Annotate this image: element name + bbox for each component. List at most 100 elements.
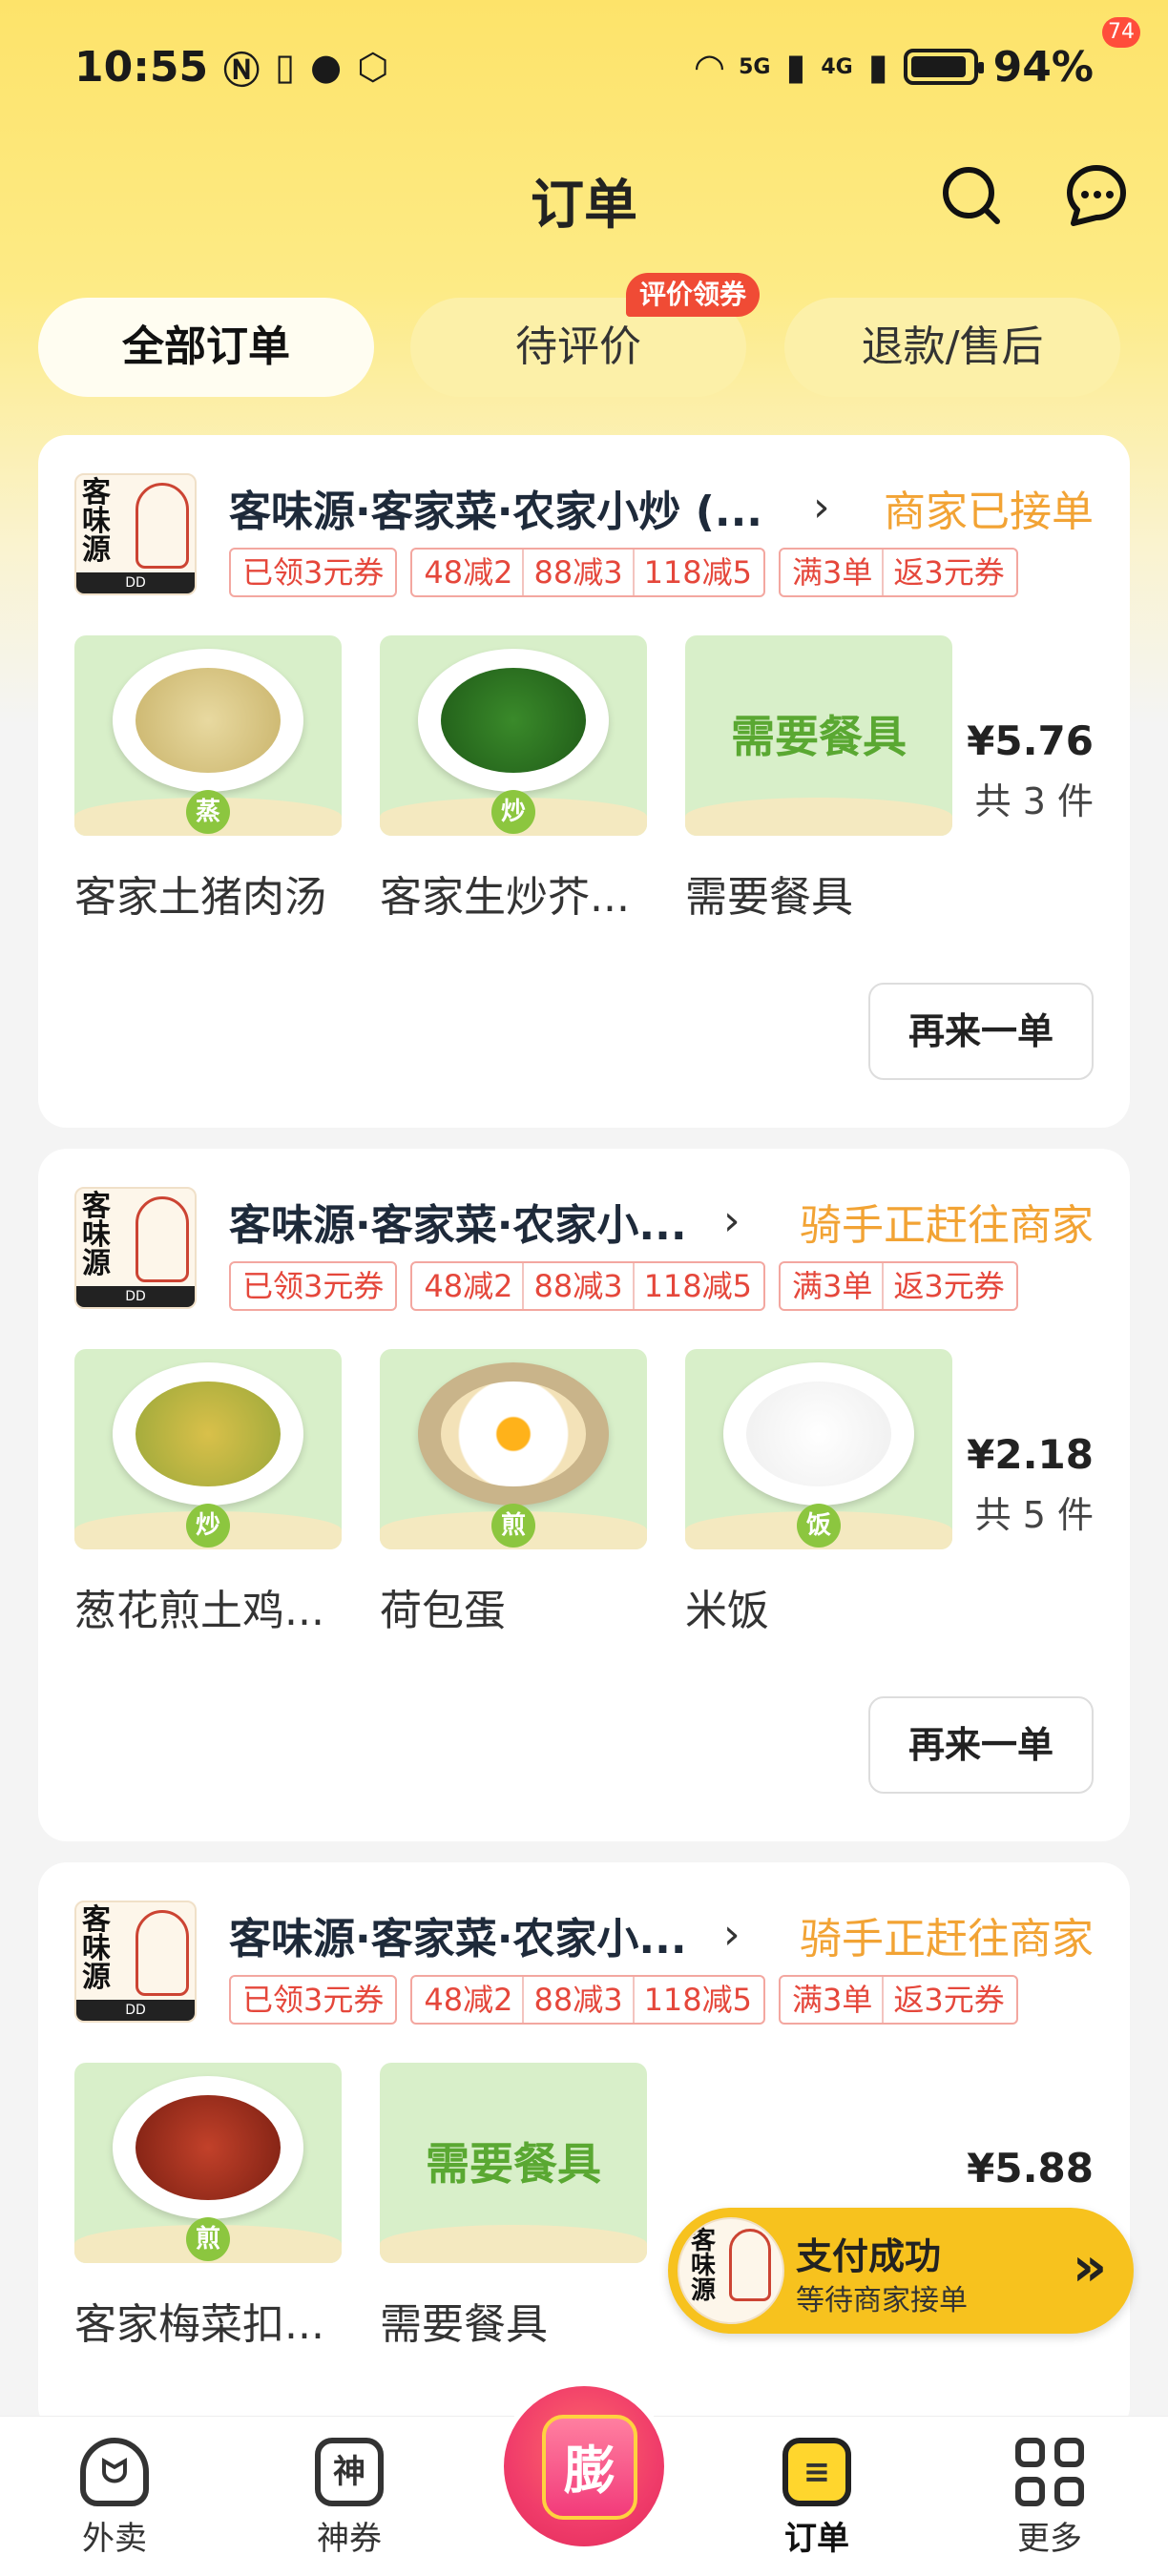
cook-tag: 炒 (491, 790, 535, 834)
logo-text: 客味源 (82, 1190, 111, 1280)
order-items: 蒸 客家土猪肉汤 炒 客家生炒芥... 需要餐具 需要餐具 (74, 635, 952, 924)
bundle-tag: 满3单 返3元券 (779, 1975, 1018, 2025)
chevron-right-icon[interactable]: › (723, 1910, 740, 1959)
search-icon[interactable] (940, 164, 1003, 227)
order-item[interactable]: 炒 葱花煎土鸡... (74, 1349, 342, 1637)
order-item[interactable]: 煎 客家梅菜扣... (74, 2063, 342, 2351)
cook-tag: 煎 (491, 1504, 535, 1548)
coupon-tag: 已领3元券 (229, 1975, 398, 2025)
item-thumbnail: 炒 (380, 635, 647, 836)
reorder-button[interactable]: 再来一单 (868, 1696, 1094, 1794)
nav-center-promo[interactable]: 膨 (498, 2380, 670, 2552)
order-card[interactable]: 客味源 DD 客味源·客家菜·农家小... › 骑手正赶往商家 已领3元券 48… (38, 1149, 1130, 1841)
signal-icon-2: ▮ (867, 46, 888, 88)
item-count: 共 3 件 (974, 780, 1094, 822)
reorder-button[interactable]: 再来一单 (868, 983, 1094, 1080)
order-status: 骑手正赶往商家 (800, 1201, 1094, 1250)
item-thumbnail: 需要餐具 (380, 2063, 647, 2263)
battery-percent: 94% (992, 42, 1094, 92)
shield-icon: ⬡ (357, 46, 389, 88)
payment-success-toast[interactable]: 客味源 支付成功 等待商家接单 » (668, 2208, 1134, 2334)
item-name: 米饭 (685, 1587, 769, 1635)
order-price: ¥2.18 (967, 1431, 1094, 1478)
rabbit-icon: ᗢ (80, 2438, 149, 2506)
status-bar: 10:55 Ⓝ ▯ ● ⬡ ◠ 5G ▮ 4G ▮ 94% (0, 0, 1168, 134)
network-5g: 5G (739, 54, 771, 79)
chevron-right-icon[interactable]: › (813, 483, 830, 531)
nav-label: 外卖 (82, 2520, 147, 2558)
order-item[interactable]: 需要餐具 需要餐具 (685, 635, 952, 924)
order-item[interactable]: 蒸 客家土猪肉汤 (74, 635, 342, 924)
order-card[interactable]: 客味源 DD 客味源·客家菜·农家小... › 骑手正赶往商家 已领3元券 48… (38, 1862, 1130, 2435)
battery-icon (903, 49, 984, 85)
order-item[interactable]: 炒 客家生炒芥... (380, 635, 647, 924)
cook-tag: 煎 (186, 2217, 230, 2261)
item-name: 客家生炒芥... (380, 873, 630, 922)
shop-logo: 客味源 (678, 2217, 784, 2324)
item-name: 客家梅菜扣... (74, 2300, 324, 2349)
shop-logo: 客味源 DD (74, 473, 197, 595)
discount-tag: 48减2 88减3 118减5 (410, 548, 766, 597)
cook-tag: 炒 (186, 1504, 230, 1548)
order-items: 炒 葱花煎土鸡... 煎 荷包蛋 饭 米饭 (74, 1349, 952, 1637)
utensil-text: 需要餐具 (731, 711, 907, 762)
nav-label: 订单 (784, 2520, 849, 2558)
order-tabs: 全部订单 待评价 退款/售后 评价领券 (38, 273, 1130, 397)
order-item[interactable]: 煎 荷包蛋 (380, 1349, 647, 1637)
order-status: 骑手正赶往商家 (800, 1915, 1094, 1963)
logo-footer: DD (76, 1286, 195, 1307)
price-block: ¥2.18 共 5 件 (967, 1431, 1094, 1538)
payment-subtitle: 等待商家接单 (796, 2284, 968, 2317)
nav-more[interactable]: 更多 (973, 2417, 1126, 2559)
message-icon[interactable] (1064, 164, 1131, 227)
shop-logo: 客味源 DD (74, 1901, 197, 2023)
chef-icon (136, 483, 189, 569)
order-item[interactable]: 需要餐具 需要餐具 (380, 2063, 647, 2351)
nav-label: 更多 (1017, 2520, 1082, 2558)
order-price: ¥5.88 (967, 2145, 1094, 2192)
discount-tag: 48减2 88减3 118减5 (410, 1975, 766, 2025)
status-right: ◠ 5G ▮ 4G ▮ 94% (696, 43, 1094, 92)
vibrate-icon: ▯ (275, 46, 295, 88)
item-name: 荷包蛋 (380, 1587, 506, 1635)
shop-name[interactable]: 客味源·客家菜·农家小... (229, 1191, 687, 1252)
item-name: 客家土猪肉汤 (74, 873, 326, 922)
logo-text: 客味源 (82, 1903, 111, 1994)
item-thumbnail: 蒸 (74, 635, 342, 836)
cook-tag: 蒸 (186, 790, 230, 834)
nav-coupons[interactable]: 神 神券 (273, 2417, 426, 2559)
order-item[interactable]: 饭 米饭 (685, 1349, 952, 1637)
item-thumbnail: 炒 (74, 1349, 342, 1549)
shop-name[interactable]: 客味源·客家菜·农家小... (229, 1904, 687, 1965)
item-count: 共 5 件 (974, 1494, 1094, 1536)
grid-icon (1015, 2438, 1084, 2506)
message-count-badge: 74 (1102, 17, 1140, 48)
chef-icon (136, 1910, 189, 1996)
chevron-right-icon[interactable]: › (723, 1196, 740, 1245)
chef-icon (729, 2229, 771, 2301)
order-items: 煎 客家梅菜扣... 需要餐具 需要餐具 (74, 2063, 647, 2351)
coupon-tag: 已领3元券 (229, 548, 398, 597)
review-coupon-badge: 评价领券 (626, 273, 761, 317)
cook-tag: 饭 (797, 1504, 841, 1548)
nfc-icon: Ⓝ (223, 49, 261, 92)
order-card[interactable]: 客味源 DD 客味源·客家菜·农家小炒 (... › 商家已接单 已领3元券 4… (38, 435, 1130, 1128)
item-thumbnail: 煎 (380, 1349, 647, 1549)
status-left: 10:55 Ⓝ ▯ ● ⬡ (74, 41, 388, 93)
orders-icon: ≡ (782, 2438, 851, 2506)
chef-icon (136, 1196, 189, 1282)
wechat-icon: ● (310, 46, 343, 88)
tab-all-orders[interactable]: 全部订单 (38, 298, 374, 397)
double-chevron-right-icon: » (1072, 2236, 1107, 2298)
order-price: ¥5.76 (967, 717, 1094, 764)
nav-takeout[interactable]: ᗢ 外卖 (38, 2417, 191, 2559)
shop-name[interactable]: 客味源·客家菜·农家小炒 (... (229, 477, 762, 538)
price-block: ¥5.76 共 3 件 (967, 717, 1094, 824)
price-block: ¥5.88 (967, 2145, 1094, 2192)
network-4g: 4G (821, 54, 853, 79)
tab-refund[interactable]: 退款/售后 (784, 298, 1120, 397)
shop-logo: 客味源 DD (74, 1187, 197, 1309)
promo-tags: 已领3元券 48减2 88减3 118减5 满3单 返3元券 (229, 1975, 1018, 2025)
logo-text: 客味源 (691, 2227, 717, 2305)
nav-orders[interactable]: ≡ 订单 (740, 2417, 893, 2559)
